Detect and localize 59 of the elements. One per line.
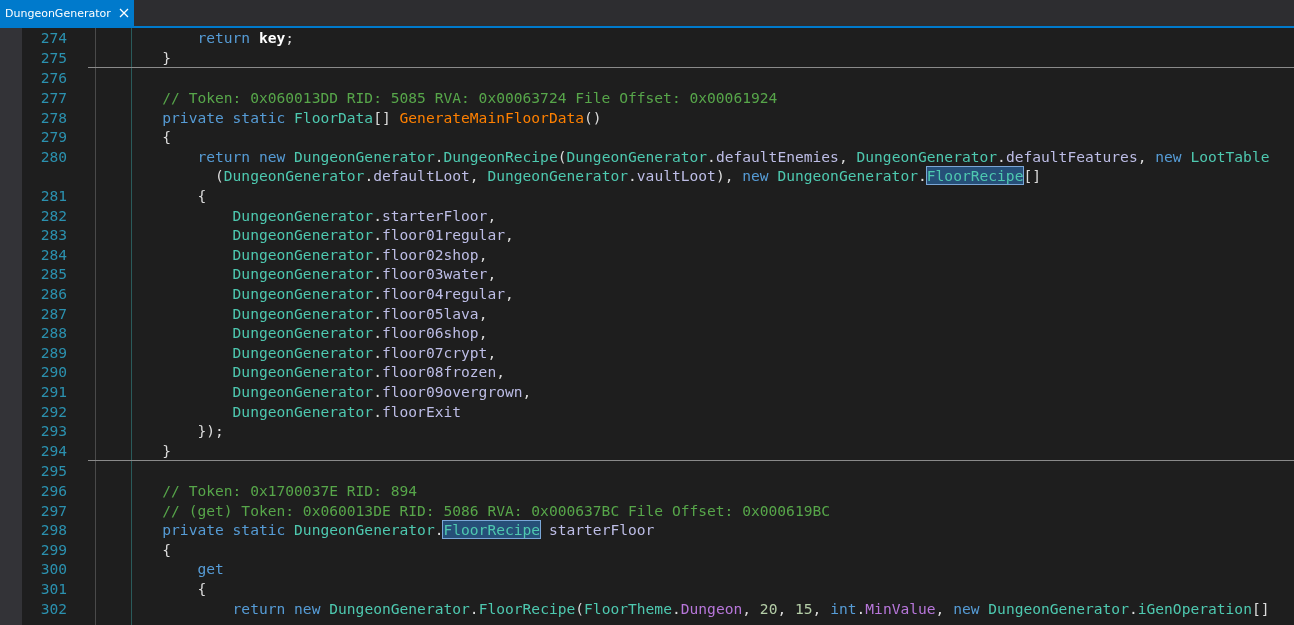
code-line: // Token: 0x1700037E RID: 894 [161,481,418,499]
code-line: DungeonGenerator.floor04regular, [231,285,514,302]
line-number: 278 [39,108,67,126]
code-line: DungeonGenerator.floor05lava, [231,304,488,322]
line-number: 288 [39,324,67,342]
line-number: 281 [39,187,67,205]
code-line: private static DungeonGenerator.FloorRecipe starterFloor [161,521,655,539]
line-number: 295 [39,462,67,480]
line-number: 277 [39,89,67,107]
code-line: DungeonGenerator.floor06shop, [231,324,488,342]
code-line: DungeonGenerator.floor02shop, [231,245,488,263]
line-number: 282 [39,206,67,224]
line-number: 279 [39,128,67,146]
line-number: 274 [39,29,67,47]
close-icon[interactable] [118,8,129,18]
line-number: 283 [39,226,67,244]
code-line: // (get) Token: 0x060013DE RID: 5086 RVA: 0x000637BC File Offset: 0x000619BC [161,501,831,519]
code-line: } [161,441,172,459]
line-number: 285 [39,265,67,283]
code-line: private static FloorData[] GenerateMainFloorData() [161,108,602,126]
code-line: { [161,540,172,558]
code-line: DungeonGenerator.floor07crypt, [231,343,497,361]
code-line: { [196,187,207,205]
code-line: { [161,128,172,146]
line-number: 293 [39,422,67,440]
code-line: DungeonGenerator.floor09overgrown, [231,383,532,400]
line-number: 294 [39,441,67,459]
code-line: } [161,48,172,66]
code-line: DungeonGenerator.floor01regular, [231,226,514,244]
code-line: DungeonGenerator.floor08frozen, [231,363,505,381]
line-number: 292 [39,402,67,420]
line-number: 297 [39,501,67,519]
code-line: { [196,579,207,597]
line-number: 302 [39,599,67,617]
code-line: return key; [196,29,295,47]
line-number: 300 [39,560,67,578]
line-number: 275 [39,48,67,66]
code-line: return new DungeonGenerator.DungeonRecipe(DungeonGenerator.defaultEnemies, DungeonGenerator.defaultFeatures, new LootTable [196,147,1270,165]
line-number: 276 [39,69,67,87]
code-line: return new DungeonGenerator.FloorRecipe(FloorTheme.Dungeon, 20, 15, int.MinValue, new DungeonGenerator.iGenOperation[] [231,599,1270,617]
line-number: 284 [39,245,67,263]
line-number: 298 [39,521,67,539]
line-number: 280 [39,147,67,165]
editor-tab[interactable]: DungeonGenerator [0,0,134,26]
line-number: 299 [39,540,67,558]
code-line: }); [196,422,224,440]
line-number: 291 [39,383,67,400]
code-line: DungeonGenerator.starterFloor, [231,206,497,224]
line-number: 290 [39,363,67,381]
code-line: (DungeonGenerator.defaultLoot, DungeonGenerator.vaultLoot), new DungeonGenerator.FloorRecipe[] [214,167,1041,185]
line-number: 286 [39,285,67,302]
code-line: get [196,560,224,578]
line-number: 289 [39,343,67,361]
code-line: // Token: 0x060013DD RID: 5085 RVA: 0x00063724 File Offset: 0x00061924 [161,89,778,107]
line-number: 296 [39,481,67,499]
line-number: 287 [39,304,67,322]
code-line: DungeonGenerator.floor03water, [231,265,497,283]
line-number: 301 [39,579,67,597]
code-line: DungeonGenerator.floorExit [231,402,462,420]
